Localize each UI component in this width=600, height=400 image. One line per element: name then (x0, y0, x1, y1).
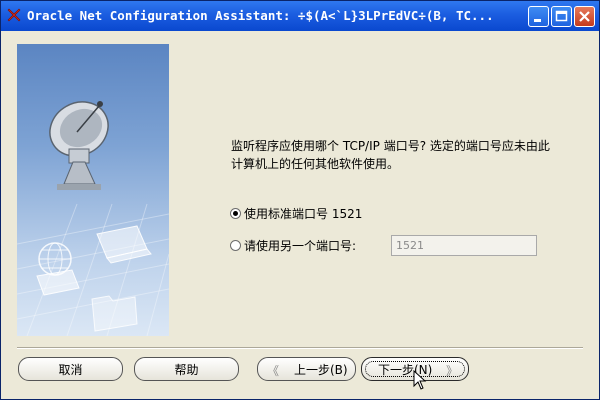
standard-port-radio[interactable] (230, 208, 241, 219)
back-button-label: 上一步(B) (294, 362, 348, 377)
standard-port-option[interactable]: 使用标准端口号 1521 (230, 205, 362, 222)
folder-icon (91, 295, 138, 332)
help-button-label: 帮助 (174, 362, 199, 377)
other-port-label[interactable]: 请使用另一个端口号: (244, 237, 356, 254)
network-artwork-image (17, 101, 169, 336)
wizard-artwork (17, 44, 169, 336)
mouse-cursor-icon (413, 370, 427, 390)
maximize-icon (555, 10, 568, 22)
cancel-button-label: 取消 (58, 362, 83, 377)
dialog-window: Oracle Net Configuration Assistant: ÷$(A… (0, 0, 600, 400)
button-separator (17, 347, 583, 349)
window-title: Oracle Net Configuration Assistant: ÷$(A… (27, 8, 494, 23)
chevron-right-icon: 》 (445, 364, 458, 378)
help-button[interactable]: 帮助 (134, 357, 239, 381)
back-button[interactable]: 《 上一步(B) (257, 357, 356, 381)
oracle-app-icon (7, 8, 21, 22)
minimize-icon (534, 19, 541, 22)
chevron-left-icon: 《 (267, 364, 280, 378)
other-port-radio[interactable] (230, 240, 241, 251)
port-question-text: 监听程序应使用哪个 TCP/IP 端口号? 选定的端口号应未由此计算机上的任何其… (231, 139, 550, 171)
satellite-dish-icon (49, 101, 109, 190)
maximize-button[interactable] (551, 6, 572, 27)
cancel-button[interactable]: 取消 (18, 357, 123, 381)
globe-icon (38, 242, 72, 276)
close-icon (579, 11, 590, 22)
standard-port-label[interactable]: 使用标准端口号 1521 (244, 205, 362, 222)
title-bar[interactable]: Oracle Net Configuration Assistant: ÷$(A… (1, 1, 599, 31)
minimize-button[interactable] (528, 6, 549, 27)
other-port-input[interactable]: 1521 (391, 235, 537, 256)
close-button[interactable] (574, 6, 595, 27)
other-port-option[interactable]: 请使用另一个端口号: (230, 237, 356, 254)
